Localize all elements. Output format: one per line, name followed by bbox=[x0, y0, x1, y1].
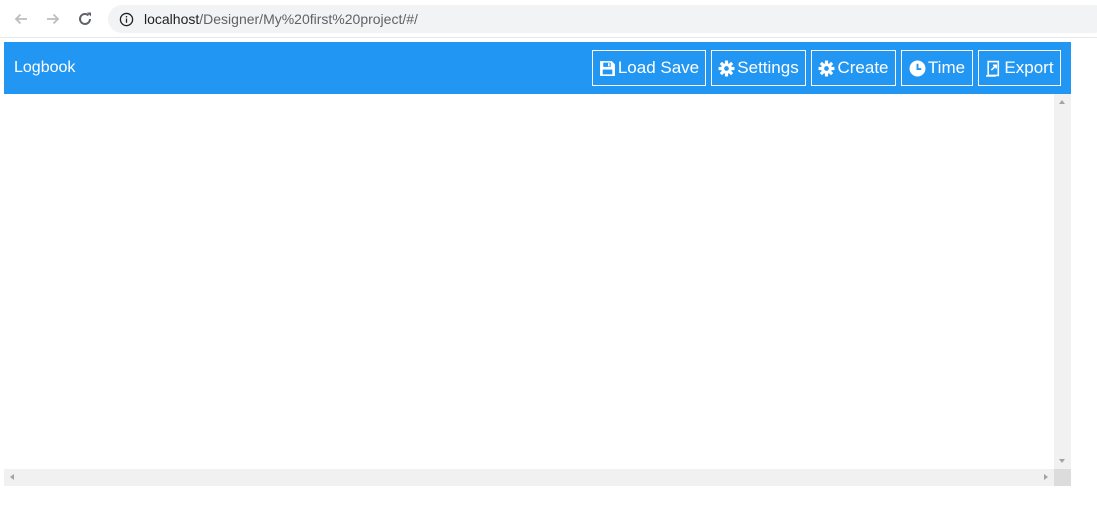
export-button[interactable]: Export bbox=[978, 50, 1061, 86]
browser-toolbar: localhost/Designer/My%20first%20project/… bbox=[0, 0, 1097, 38]
settings-label: Settings bbox=[737, 58, 799, 77]
reload-icon[interactable] bbox=[75, 9, 95, 29]
create-label: Create bbox=[837, 58, 889, 77]
settings-button[interactable]: Settings bbox=[711, 50, 806, 86]
time-button[interactable]: Time bbox=[901, 50, 973, 86]
url-host: localhost bbox=[144, 11, 200, 27]
scroll-down-arrow-icon[interactable] bbox=[1059, 459, 1065, 463]
forward-arrow-icon[interactable] bbox=[43, 9, 63, 29]
create-button[interactable]: Create bbox=[811, 50, 896, 86]
horizontal-scrollbar[interactable] bbox=[4, 469, 1054, 486]
back-arrow-icon[interactable] bbox=[11, 9, 31, 29]
address-bar[interactable]: localhost/Designer/My%20first%20project/… bbox=[108, 5, 1097, 33]
url-path: /Designer/My%20first%20project/#/ bbox=[199, 11, 418, 27]
floppy-disk-icon bbox=[599, 60, 616, 77]
vertical-scrollbar[interactable] bbox=[1054, 94, 1071, 469]
url-text: localhost/Designer/My%20first%20project/… bbox=[144, 11, 418, 27]
load-save-button[interactable]: Load Save bbox=[592, 50, 706, 86]
main-content bbox=[4, 94, 1071, 486]
app-toolbar: Logbook Load Save Settings Create Time E… bbox=[4, 42, 1071, 94]
clock-icon bbox=[909, 60, 926, 77]
time-label: Time bbox=[927, 58, 966, 77]
gear-icon bbox=[818, 60, 835, 77]
app-title: Logbook bbox=[14, 59, 76, 76]
scroll-left-arrow-icon[interactable] bbox=[10, 474, 14, 480]
gear-icon bbox=[718, 60, 735, 77]
scroll-up-arrow-icon[interactable] bbox=[1059, 100, 1065, 104]
load-save-label: Load Save bbox=[617, 58, 700, 77]
scroll-right-arrow-icon[interactable] bbox=[1044, 474, 1048, 480]
info-icon[interactable] bbox=[118, 11, 134, 27]
export-document-icon bbox=[985, 60, 1002, 77]
scrollbar-corner bbox=[1054, 469, 1071, 486]
export-label: Export bbox=[1004, 58, 1054, 77]
